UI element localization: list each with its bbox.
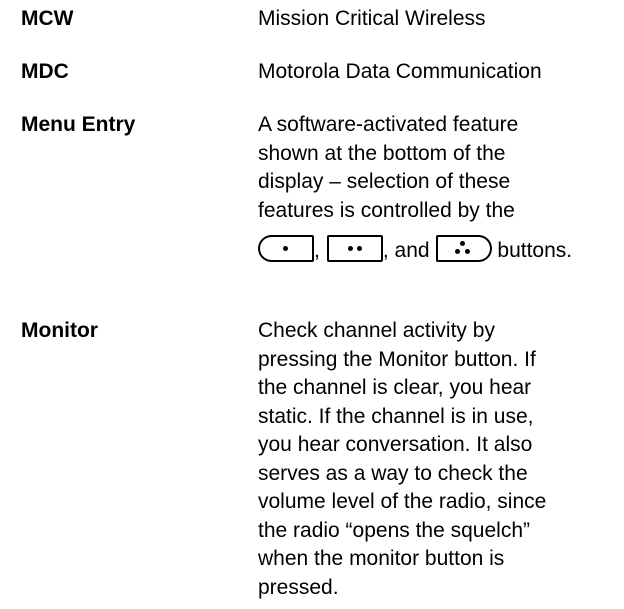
definition-line: Mission Critical Wireless <box>258 7 486 30</box>
definition-line: when the monitor button is <box>258 547 505 570</box>
definition-line: the radio “opens the squelch” <box>258 518 531 542</box>
definition-line: A software-activated feature <box>258 113 519 136</box>
buttons-text: buttons. <box>491 239 573 262</box>
definition-line: serves as a way to check the <box>258 461 528 485</box>
definition-line: Motorola Data Communication <box>258 60 542 83</box>
definition-line: volume level of the radio, since <box>258 490 547 513</box>
definition-line: display – selection of these <box>258 170 511 193</box>
definition-line: you hear conversation. It also <box>258 433 533 456</box>
separator-text: , <box>314 239 320 262</box>
definition-line: shown at the bottom of the <box>258 141 506 165</box>
glossary-definition: Motorola Data Communication <box>258 58 614 87</box>
right-softkey-icon <box>435 235 492 262</box>
glossary-term: MCW <box>21 7 74 30</box>
glossary-definition: Mission Critical Wireless <box>258 5 614 34</box>
definition-line: static. If the channel is in use, <box>258 404 534 428</box>
separator-text: , and <box>382 239 430 262</box>
definition-line: features is controlled by the <box>258 198 515 222</box>
glossary-definition: A software-activated feature shown at th… <box>258 111 614 262</box>
glossary-term: Monitor <box>21 319 98 342</box>
definition-line: pressed. <box>258 575 339 599</box>
center-softkey-icon <box>326 235 383 262</box>
glossary-term: Menu Entry <box>21 113 136 136</box>
definition-line: pressing the Monitor button. If <box>258 347 536 371</box>
left-softkey-icon <box>258 235 314 262</box>
definition-line: the channel is clear, you hear <box>258 376 532 399</box>
glossary-definition: Check channel activity by pressing the M… <box>258 317 614 602</box>
definition-line: Check channel activity by <box>258 319 495 342</box>
glossary-term: MDC <box>21 60 69 83</box>
softkey-buttons-line: , , and buttons. <box>258 228 614 262</box>
